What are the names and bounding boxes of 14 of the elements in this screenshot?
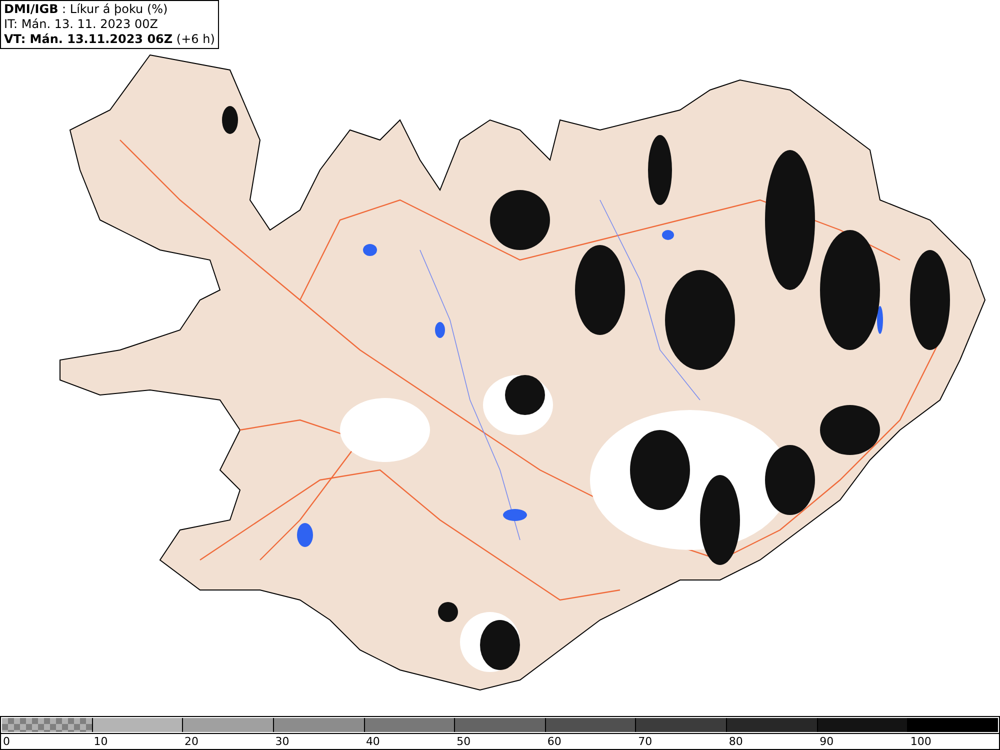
legend-label: 20 — [184, 735, 198, 748]
legend-label: 70 — [638, 735, 652, 748]
info-text: DMI/IGB : Líkur á þoku (%) — [4, 2, 169, 17]
legend-label: 10 — [94, 735, 108, 748]
legend-label: 60 — [547, 735, 562, 748]
legend-label: 90 — [820, 735, 834, 748]
info-text: VT: Mán. 13.11.2023 06Z (+6 h) — [4, 32, 215, 47]
legend-label: 0 — [3, 735, 10, 748]
legend-label: 80 — [728, 735, 743, 748]
info-text: IT: Mán. 13. 11. 2023 00Z — [4, 17, 159, 32]
legend-label: 50 — [456, 735, 471, 748]
legend-label: 30 — [275, 735, 290, 748]
legend-label: 40 — [366, 735, 380, 748]
legend-label: 100 — [910, 735, 932, 748]
